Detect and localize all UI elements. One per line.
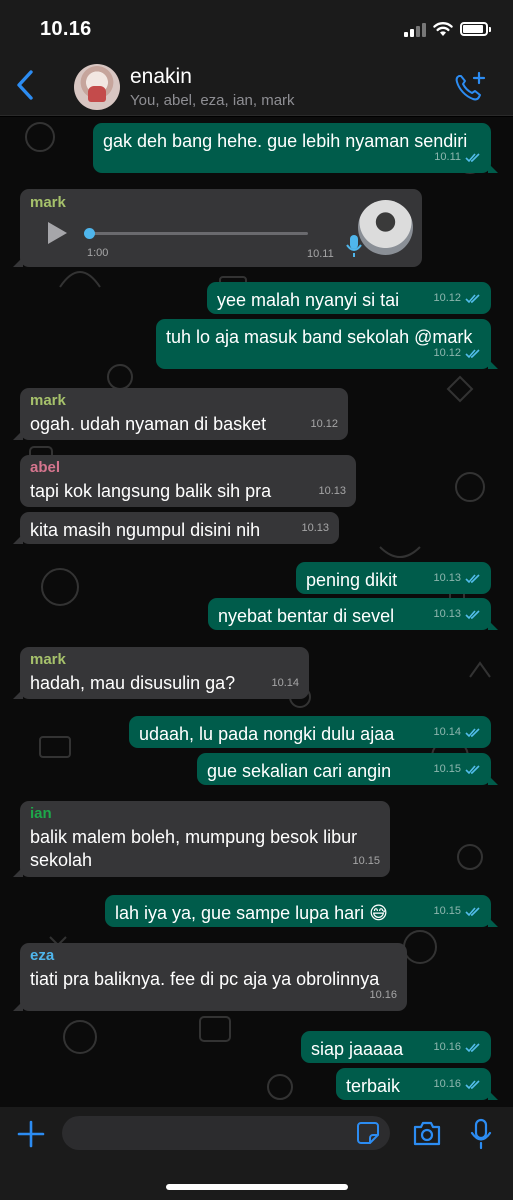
chat-participants[interactable]: You, abel, eza, ian, mark	[130, 92, 295, 109]
camera-icon[interactable]	[412, 1119, 442, 1147]
message-text: balik malem boleh, mumpung besok libur s…	[30, 827, 358, 870]
cellular-signal-icon	[404, 23, 426, 37]
chat-header: enakin You, abel, eza, ian, mark	[0, 56, 513, 116]
voice-duration: 1:00	[87, 247, 109, 259]
message-text: tapi kok langsung balik sih pra	[30, 481, 272, 501]
message-outgoing[interactable]: gue sekalian cari angin 10.15	[197, 753, 498, 785]
message-text: ogah. udah nyaman di basket	[30, 414, 267, 434]
read-ticks-icon	[465, 1042, 480, 1052]
chat-messages[interactable]: gak deh bang hehe. gue lebih nyaman send…	[0, 117, 513, 1107]
plus-icon[interactable]	[16, 1119, 46, 1149]
message-outgoing[interactable]: yee malah nyanyi si tai 10.12	[207, 282, 491, 314]
message-time: 10.11	[307, 248, 334, 260]
read-ticks-icon	[465, 764, 480, 774]
message-outgoing[interactable]: nyebat bentar di sevel 10.13	[208, 598, 498, 630]
message-text: hadah, mau disusulin ga?	[30, 673, 236, 693]
message-outgoing[interactable]: pening dikit 10.13	[296, 562, 491, 594]
read-ticks-icon	[465, 906, 480, 916]
message-text: kita masih ngumpul disini nih	[30, 520, 261, 540]
message-text: pening dikit	[306, 570, 398, 590]
message-input-bar	[0, 1107, 513, 1200]
voice-progress-knob[interactable]	[84, 228, 95, 239]
message-time: 10.11	[434, 151, 461, 163]
message-outgoing[interactable]: terbaik 10.16	[336, 1068, 498, 1100]
read-ticks-icon	[465, 573, 480, 583]
sender-name: mark	[30, 194, 66, 211]
message-text: tuh lo aja masuk band sekolah @mark	[166, 327, 473, 347]
sender-name: mark	[30, 651, 66, 668]
home-indicator	[166, 1184, 348, 1190]
message-text: nyebat bentar di sevel	[218, 606, 395, 626]
chevron-left-icon[interactable]	[14, 68, 36, 102]
read-ticks-icon	[465, 348, 480, 358]
read-ticks-icon	[465, 727, 480, 737]
message-text: tiati pra baliknya. fee di pc aja ya obr…	[30, 969, 380, 989]
sender-name: eza	[30, 947, 55, 964]
message-text: lah iya ya, gue sampe lupa hari 😅	[115, 903, 388, 923]
read-ticks-icon	[465, 609, 480, 619]
message-time: 10.15	[433, 905, 461, 917]
message-text: udaah, lu pada nongki dulu ajaa	[139, 724, 395, 744]
message-incoming[interactable]: mark ogah. udah nyaman di basket 10.12	[13, 388, 348, 440]
message-text: yee malah nyanyi si tai	[217, 290, 400, 310]
message-outgoing[interactable]: gak deh bang hehe. gue lebih nyaman send…	[93, 123, 498, 173]
read-ticks-icon	[465, 1079, 480, 1089]
battery-icon	[460, 22, 491, 36]
message-text: gak deh bang hehe. gue lebih nyaman send…	[103, 131, 468, 151]
message-time: 10.13	[301, 522, 329, 534]
read-ticks-icon	[465, 152, 480, 162]
message-time: 10.12	[310, 418, 338, 430]
message-time: 10.13	[318, 485, 346, 497]
microphone-icon	[346, 235, 362, 257]
message-time: 10.16	[369, 989, 397, 1001]
microphone-icon[interactable]	[470, 1118, 492, 1150]
sender-avatar	[358, 200, 413, 255]
add-call-icon[interactable]	[453, 70, 487, 104]
sticker-icon[interactable]	[356, 1121, 380, 1145]
message-outgoing[interactable]: lah iya ya, gue sampe lupa hari 😅 10.15	[105, 895, 498, 927]
status-bar: 10.16	[0, 0, 513, 56]
message-time: 10.16	[433, 1078, 461, 1090]
read-ticks-icon	[465, 293, 480, 303]
message-outgoing[interactable]: siap jaaaaa 10.16	[301, 1031, 491, 1063]
message-incoming[interactable]: abel tapi kok langsung balik sih pra 10.…	[20, 455, 356, 507]
message-incoming[interactable]: mark hadah, mau disusulin ga? 10.14	[13, 647, 309, 699]
message-outgoing[interactable]: udaah, lu pada nongki dulu ajaa 10.14	[129, 716, 491, 748]
message-time: 10.12	[433, 292, 461, 304]
sender-name: ian	[30, 805, 52, 822]
status-time: 10.16	[40, 18, 92, 40]
message-time: 10.14	[433, 726, 461, 738]
message-outgoing[interactable]: tuh lo aja masuk band sekolah @mark 10.1…	[156, 319, 498, 369]
message-time: 10.14	[271, 677, 299, 689]
message-incoming[interactable]: eza tiati pra baliknya. fee di pc aja ya…	[13, 943, 407, 1011]
message-text: siap jaaaaa	[311, 1039, 404, 1059]
sender-name: mark	[30, 392, 66, 409]
message-time: 10.16	[433, 1041, 461, 1053]
message-text: terbaik	[346, 1076, 401, 1096]
message-input[interactable]	[62, 1116, 390, 1150]
message-incoming[interactable]: ian balik malem boleh, mumpung besok lib…	[13, 801, 390, 877]
group-avatar[interactable]	[74, 64, 120, 110]
message-incoming[interactable]: kita masih ngumpul disini nih 10.13	[13, 512, 339, 544]
message-time: 10.15	[352, 855, 380, 867]
play-icon[interactable]	[46, 221, 68, 245]
sender-name: abel	[30, 459, 61, 476]
message-text: gue sekalian cari angin	[207, 761, 392, 781]
message-time: 10.13	[433, 608, 461, 620]
voice-message[interactable]: mark 1:00 10.11	[13, 189, 422, 267]
message-time: 10.12	[433, 347, 461, 359]
message-time: 10.15	[433, 763, 461, 775]
wifi-icon	[433, 22, 453, 36]
message-time: 10.13	[433, 572, 461, 584]
chat-title[interactable]: enakin	[130, 65, 192, 89]
voice-progress-bar[interactable]	[84, 228, 308, 239]
